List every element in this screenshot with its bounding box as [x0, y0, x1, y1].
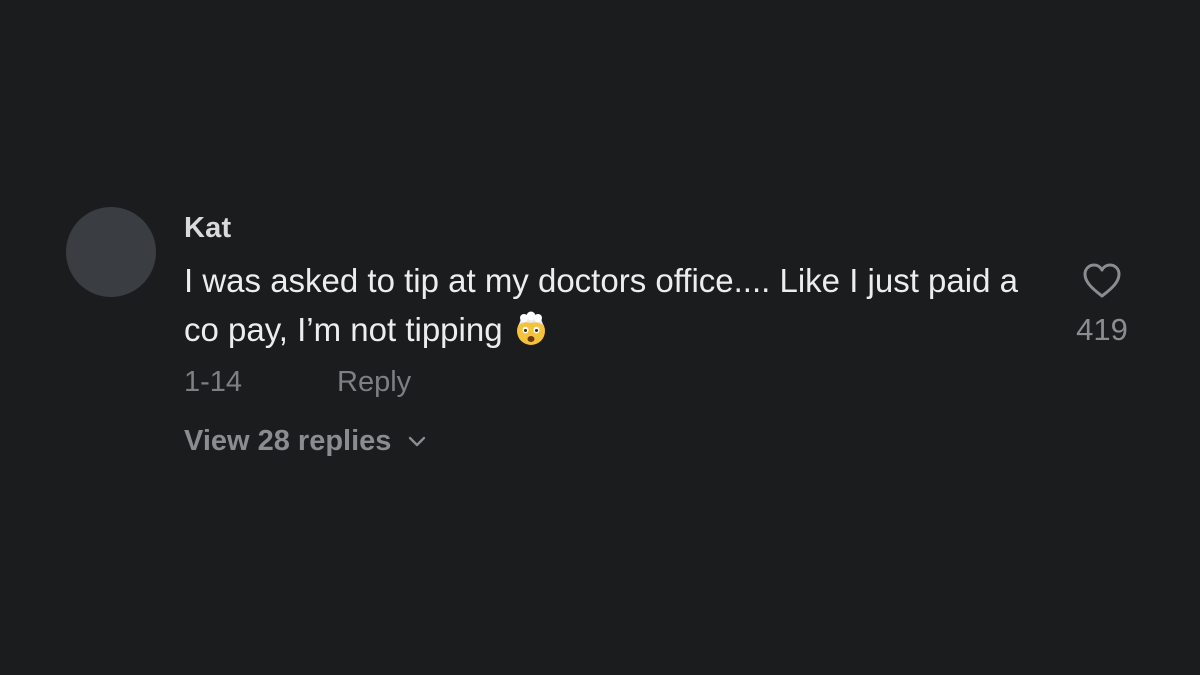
comment-item: Kat I was asked to tip at my doctors off… — [0, 0, 1200, 675]
view-replies-button[interactable]: View 28 replies — [184, 425, 427, 458]
exploding-head-icon — [516, 311, 545, 345]
view-replies-label: View 28 replies — [184, 425, 392, 457]
comment-text: I was asked to tip at my doctors office.… — [184, 262, 1018, 348]
heart-outline-icon — [1083, 263, 1121, 298]
comment-date: 1-14 — [184, 366, 243, 398]
reply-button[interactable]: Reply — [337, 366, 411, 399]
avatar[interactable] — [66, 207, 156, 297]
comment-username[interactable]: Kat — [184, 212, 231, 245]
like-count: 419 — [1076, 312, 1128, 347]
chevron-down-icon — [409, 436, 426, 446]
comment-body: I was asked to tip at my doctors office.… — [184, 256, 1044, 354]
like-button[interactable]: 419 — [1070, 262, 1134, 348]
